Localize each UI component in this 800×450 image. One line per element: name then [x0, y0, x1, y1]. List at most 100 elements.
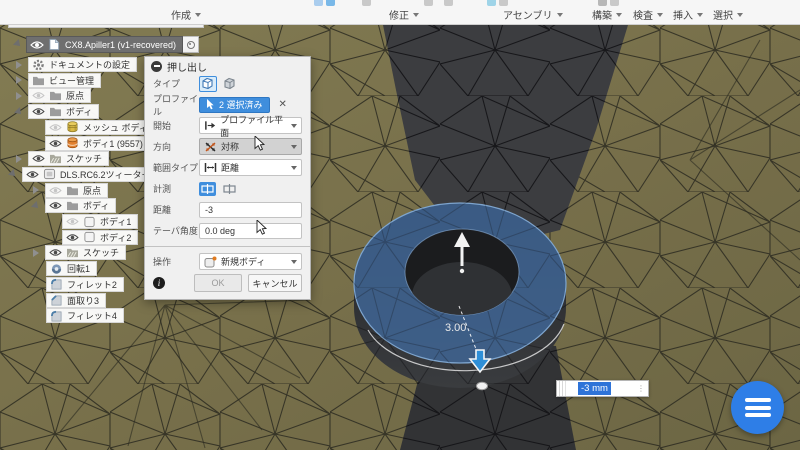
- tree-row-label: 面取り3: [67, 294, 99, 307]
- chevron-down-icon: [291, 145, 297, 149]
- tree-row[interactable]: ドキュメントの設定: [28, 57, 137, 72]
- chevron-down-icon: [291, 166, 297, 170]
- distance-extent-icon: [204, 162, 217, 173]
- eye-icon[interactable]: [49, 201, 62, 210]
- browser-root-row[interactable]: CX8.Apiller1 (v1-recovered): [26, 36, 199, 53]
- eye-icon[interactable]: [66, 233, 79, 242]
- distance-field[interactable]: -3: [199, 202, 302, 218]
- info-icon[interactable]: i: [153, 277, 165, 289]
- eye-icon[interactable]: [49, 248, 62, 257]
- tree-row[interactable]: フィレット4: [46, 308, 124, 323]
- type-solid-button[interactable]: [199, 76, 217, 92]
- row-type: タイプ: [153, 75, 302, 92]
- eye-icon[interactable]: [32, 91, 45, 100]
- toolbar-icon[interactable]: [424, 0, 433, 6]
- tree-row[interactable]: 原点: [45, 183, 108, 198]
- folder-icon: [32, 75, 45, 86]
- center-point-handle[interactable]: [477, 382, 488, 390]
- eye-icon[interactable]: [49, 123, 62, 132]
- tree-row[interactable]: ボディ1 (9557): [45, 136, 150, 151]
- extrude-dialog[interactable]: 押し出し タイプ プロファイル 2 選択済み ✕ 開始 プロファイル平面: [144, 56, 311, 300]
- eye-icon[interactable]: [32, 107, 45, 116]
- dialog-grip-icon[interactable]: [151, 61, 162, 72]
- eye-icon[interactable]: [30, 40, 44, 50]
- drag-grip-icon[interactable]: [557, 381, 566, 396]
- tree-row[interactable]: ボディ: [45, 198, 116, 213]
- tree-row[interactable]: 回転1: [46, 261, 97, 276]
- fusion360-window: 3.00 -3 mm ⋮ 作成 修正 アセンブリ 構築 検査: [0, 0, 800, 450]
- tree-row[interactable]: ビュー管理: [28, 73, 101, 88]
- menu-fab-button[interactable]: [731, 381, 784, 434]
- menu-construct[interactable]: 構築: [592, 7, 622, 22]
- start-dropdown[interactable]: プロファイル平面: [199, 117, 302, 134]
- folder-icon: [49, 106, 62, 117]
- toolbar-icon[interactable]: [326, 0, 335, 6]
- row-extent: 範囲タイプ 距離: [153, 159, 302, 176]
- toolbar-icon[interactable]: [487, 0, 496, 6]
- menu-modify[interactable]: 修正: [389, 7, 419, 22]
- measure-whole-button[interactable]: [221, 182, 238, 196]
- menu-select[interactable]: 選択: [713, 7, 743, 22]
- menu-create[interactable]: 作成: [171, 7, 201, 22]
- eye-icon[interactable]: [26, 170, 39, 179]
- gear-icon: [32, 59, 45, 71]
- folder-icon: [66, 185, 79, 196]
- operation-dropdown[interactable]: 新規ボディ: [199, 253, 302, 270]
- tree-row[interactable]: ボディ1: [62, 214, 138, 229]
- toolbar-icon[interactable]: [598, 0, 607, 6]
- tree-row-label: 原点: [66, 89, 84, 102]
- tree-row[interactable]: ボディ: [28, 104, 99, 119]
- tree-row-label: ドキュメントの設定: [49, 58, 130, 71]
- toolbar-icon[interactable]: [362, 0, 371, 6]
- eye-icon[interactable]: [32, 154, 45, 163]
- direction-dropdown[interactable]: 対称: [199, 138, 302, 155]
- chevron-down-icon: [557, 13, 563, 17]
- tree-row-label: ボディ: [66, 105, 92, 118]
- taper-angle-label: テーパ角度: [153, 224, 199, 237]
- toolbar-icon[interactable]: [444, 0, 453, 6]
- type-thin-button[interactable]: [221, 76, 239, 92]
- distance-input-float[interactable]: -3 mm ⋮: [556, 380, 649, 397]
- toolbar-icon[interactable]: [499, 0, 508, 6]
- measure-half-icon: [201, 184, 214, 194]
- tree-row-label: メッシュ ボディ1: [83, 121, 153, 134]
- cancel-button[interactable]: キャンセル: [248, 274, 302, 292]
- eye-icon[interactable]: [49, 186, 62, 195]
- toolbar-icon[interactable]: [610, 0, 619, 6]
- activate-component-radio[interactable]: [183, 36, 199, 53]
- ok-button[interactable]: OK: [194, 274, 242, 292]
- extent-dropdown[interactable]: 距離: [199, 159, 302, 176]
- profile-selected-chip[interactable]: 2 選択済み: [199, 97, 270, 113]
- menu-assemble[interactable]: アセンブリ: [503, 7, 563, 22]
- tree-row-label: ボディ: [83, 199, 109, 212]
- tree-row[interactable]: スケッチ: [28, 151, 109, 166]
- distance-input-value[interactable]: -3 mm: [578, 382, 611, 395]
- symmetric-icon: [204, 141, 217, 153]
- toolbar-icon[interactable]: [314, 0, 323, 6]
- more-dots-icon[interactable]: ⋮: [637, 385, 645, 392]
- tree-row[interactable]: 面取り3: [46, 293, 106, 308]
- eye-icon[interactable]: [49, 139, 62, 148]
- clear-selection-icon[interactable]: ✕: [279, 100, 287, 110]
- body-cube-icon: [83, 231, 96, 243]
- revolve-feature-icon: [50, 263, 63, 275]
- menu-insert[interactable]: 挿入: [673, 7, 703, 22]
- direction-label: 方向: [153, 140, 199, 153]
- dialog-header[interactable]: 押し出し: [145, 57, 310, 75]
- folder-icon: [49, 90, 62, 101]
- tree-row[interactable]: フィレット2: [46, 277, 124, 292]
- dialog-divider: [145, 246, 310, 247]
- taper-angle-field[interactable]: 0.0 deg: [199, 223, 302, 239]
- chevron-down-icon: [413, 13, 419, 17]
- dimension-label: 3.00: [445, 322, 466, 334]
- measure-half-button[interactable]: [199, 182, 216, 196]
- menu-inspect[interactable]: 検査: [633, 7, 663, 22]
- tree-row[interactable]: スケッチ: [45, 245, 126, 260]
- measure-whole-icon: [223, 184, 236, 194]
- chevron-down-icon: [616, 13, 622, 17]
- row-measure: 計測: [153, 180, 302, 197]
- tree-row[interactable]: 原点: [28, 88, 91, 103]
- tree-row[interactable]: メッシュ ボディ1: [45, 120, 160, 135]
- eye-icon[interactable]: [66, 217, 79, 226]
- tree-row[interactable]: ボディ2: [62, 230, 138, 245]
